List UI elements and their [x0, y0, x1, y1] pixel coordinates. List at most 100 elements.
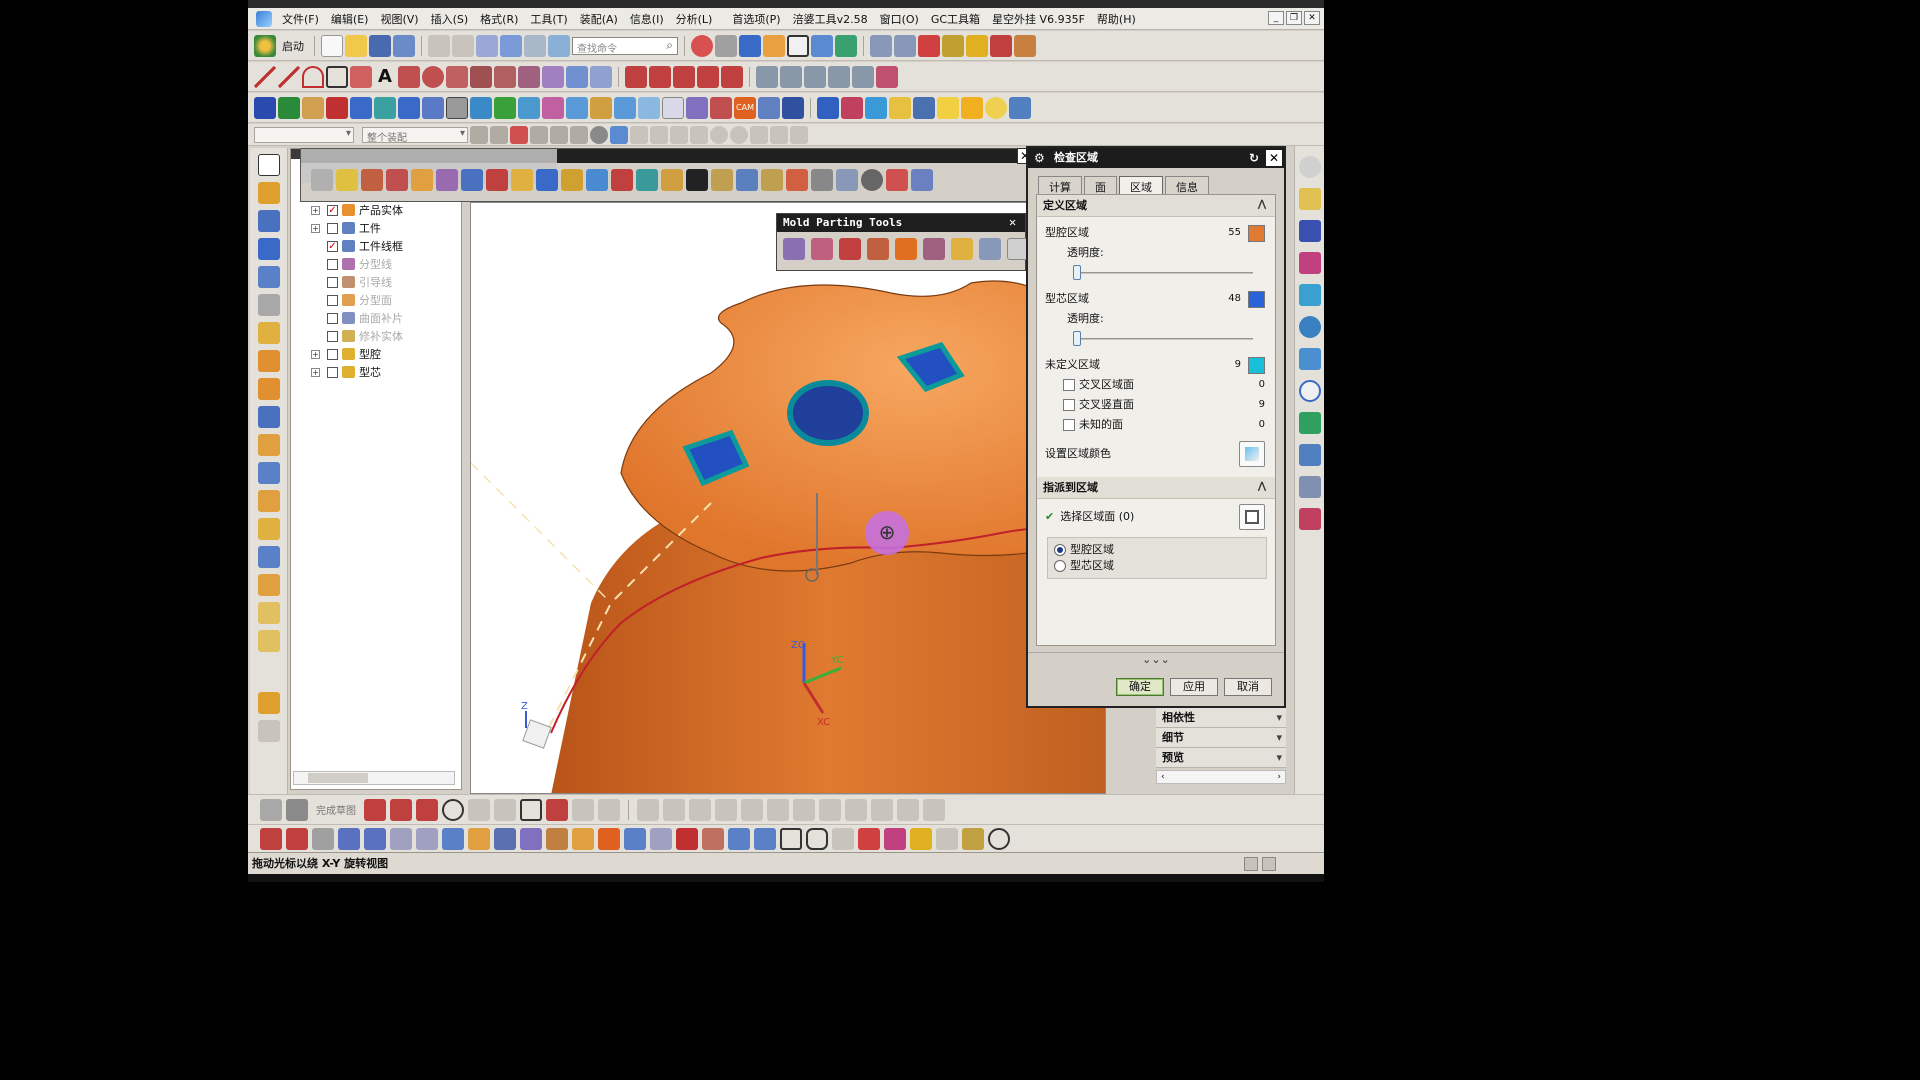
side-scrollbar[interactable]: ‹ ›	[1156, 770, 1286, 784]
model-view[interactable]: ⊕ ZC YC XC Z	[471, 203, 1106, 794]
feature-r-icon[interactable]	[754, 827, 776, 850]
feature-z-icon[interactable]	[962, 827, 984, 850]
menu-analysis[interactable]: 分析(L)	[670, 11, 719, 27]
slider-icon[interactable]	[518, 96, 540, 119]
tool-o-icon[interactable]	[661, 169, 683, 191]
feature-i-icon[interactable]	[520, 827, 542, 850]
sketch-arc-icon[interactable]	[416, 798, 438, 821]
profile-icon[interactable]	[364, 798, 386, 821]
trim-body-icon[interactable]	[258, 630, 280, 652]
fillet-icon[interactable]	[673, 65, 695, 88]
type-filter-select[interactable]	[254, 126, 354, 143]
tree-node-cavity[interactable]: + 型腔	[291, 345, 461, 363]
menu-preferences[interactable]: 首选项(P)	[726, 11, 786, 27]
scroll-thumb[interactable]	[308, 773, 368, 783]
project-icon[interactable]	[518, 65, 540, 88]
tool-a-icon[interactable]	[311, 169, 333, 191]
arc-tool-icon[interactable]	[476, 34, 498, 57]
ok-button[interactable]: 确定	[1116, 678, 1164, 696]
sketch-mode-icon[interactable]	[260, 798, 282, 821]
ejector-icon[interactable]	[494, 96, 516, 119]
sketch-trim-icon[interactable]	[637, 798, 659, 821]
feature-j-icon[interactable]	[546, 827, 568, 850]
assembly-nav-icon[interactable]	[1299, 188, 1321, 210]
polygon-icon[interactable]	[398, 65, 420, 88]
settings-icon[interactable]	[1299, 156, 1321, 178]
helix-icon[interactable]	[470, 65, 492, 88]
sketch-corner-icon[interactable]	[689, 798, 711, 821]
pattern-icon[interactable]	[258, 378, 280, 400]
sketch-rectangle-icon[interactable]	[520, 798, 542, 821]
minimize-icon[interactable]: _	[1268, 11, 1284, 25]
snap1-icon[interactable]	[630, 125, 648, 144]
chamfer-icon[interactable]	[258, 574, 280, 596]
polyline-icon[interactable]	[350, 65, 372, 88]
tree-node-guide-line[interactable]: 引导线	[291, 273, 461, 291]
feature-k-icon[interactable]	[572, 827, 594, 850]
feature-b-icon[interactable]	[286, 827, 308, 850]
slider-thumb[interactable]	[1073, 265, 1081, 280]
reset-icon[interactable]: ↻	[1246, 150, 1262, 166]
line2-icon[interactable]	[278, 65, 300, 88]
scope-select[interactable]: 整个装配	[362, 126, 468, 144]
expand-icon[interactable]: +	[311, 223, 320, 233]
pocket-icon[interactable]	[686, 96, 708, 119]
copy-tool-icon[interactable]	[524, 34, 546, 57]
tool-f-icon[interactable]	[436, 169, 458, 191]
cross-region-checkbox[interactable]	[1063, 379, 1075, 391]
tool-c-icon[interactable]	[361, 169, 383, 191]
snap-icon[interactable]	[691, 34, 713, 57]
feature-s-icon[interactable]	[780, 827, 802, 850]
status-icon-1[interactable]	[1244, 857, 1258, 871]
subtract-icon[interactable]	[258, 462, 280, 484]
sketch-relations-icon[interactable]	[819, 798, 841, 821]
snap-end-icon[interactable]	[530, 125, 548, 144]
unknown-faces-checkbox[interactable]	[1063, 419, 1075, 431]
pin-icon[interactable]	[942, 34, 964, 57]
sketch-fillet-icon[interactable]	[468, 798, 490, 821]
expand-icon[interactable]: +	[311, 367, 320, 377]
xz-icon[interactable]	[258, 720, 280, 742]
cavity-transparency-slider[interactable]	[1073, 263, 1253, 283]
parting-surface-tool-icon[interactable]	[923, 238, 945, 260]
tool-g-icon[interactable]	[461, 169, 483, 191]
constraint-nav-icon[interactable]	[1299, 220, 1321, 242]
expand-icon[interactable]: +	[311, 349, 320, 359]
feature-y-icon[interactable]	[936, 827, 958, 850]
collapse-icon[interactable]: ⋀	[1255, 480, 1269, 494]
runner-icon[interactable]	[590, 96, 612, 119]
command-search-input[interactable]: 查找命令	[572, 36, 678, 55]
sketch-line-icon[interactable]	[390, 798, 412, 821]
tree-node-product-body[interactable]: + ✓ 产品实体	[291, 201, 461, 219]
feature-l-icon[interactable]	[598, 827, 620, 850]
sketch-spline-icon[interactable]	[546, 798, 568, 821]
sketch-extend-icon[interactable]	[663, 798, 685, 821]
menu-format[interactable]: 格式(R)	[474, 11, 524, 27]
snap8-icon[interactable]	[770, 125, 788, 144]
layout-icon[interactable]	[350, 96, 372, 119]
tool-v-icon[interactable]	[836, 169, 858, 191]
snap5-icon[interactable]	[710, 125, 728, 144]
sketch-offset-icon[interactable]	[715, 798, 737, 821]
tool-t-icon[interactable]	[786, 169, 808, 191]
workpiece-icon[interactable]	[326, 96, 348, 119]
moon-icon[interactable]	[985, 96, 1007, 119]
emboss-icon[interactable]	[258, 350, 280, 372]
ruler-icon[interactable]	[1014, 34, 1036, 57]
electrode-icon[interactable]	[638, 96, 660, 119]
snap7-icon[interactable]	[750, 125, 768, 144]
grid-icon[interactable]	[990, 34, 1012, 57]
sketch-reattach-icon[interactable]	[923, 798, 945, 821]
feature-circle-icon[interactable]	[988, 827, 1010, 850]
sketch-auto-icon[interactable]	[845, 798, 867, 821]
menu-gc-toolbox[interactable]: GC工具箱	[925, 11, 986, 27]
tool-r-icon[interactable]	[736, 169, 758, 191]
cube-shade-icon[interactable]	[610, 125, 628, 144]
feature-q-icon[interactable]	[728, 827, 750, 850]
moldbase-icon[interactable]	[446, 96, 468, 119]
layer-set-icon[interactable]	[756, 65, 778, 88]
arrow-right-icon[interactable]	[364, 827, 386, 850]
wcs-icon[interactable]	[828, 65, 850, 88]
undo-icon[interactable]	[428, 34, 450, 57]
parting-icon[interactable]	[422, 96, 444, 119]
